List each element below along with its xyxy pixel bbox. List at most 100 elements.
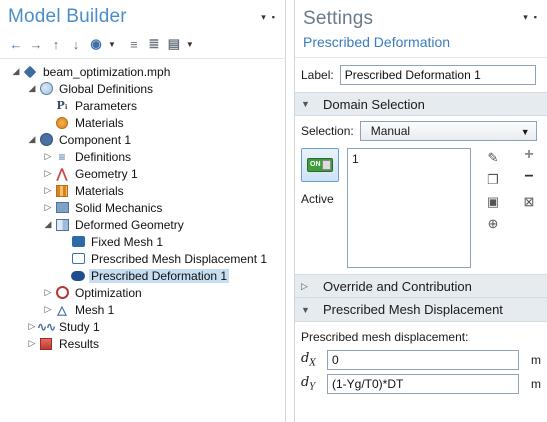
view-dropdown-icon[interactable]: ▼ [186, 40, 194, 49]
section-title: Domain Selection [323, 96, 425, 112]
tree-node-mesh[interactable]: ▷ △ Mesh 1 [0, 301, 286, 318]
tree-node-fixed-mesh[interactable]: Fixed Mesh 1 [0, 233, 286, 250]
show-dropdown-icon[interactable]: ▼ [108, 40, 116, 49]
collapse-arrow-icon[interactable]: ▼ [301, 305, 315, 315]
dx-field[interactable] [327, 350, 519, 370]
add-icon[interactable]: + [521, 146, 537, 164]
collapse-all-icon[interactable]: ≣ [146, 36, 162, 52]
dy-field[interactable] [327, 374, 519, 394]
show-icon[interactable]: ◉ [88, 36, 104, 52]
tree-node-label: Solid Mechanics [75, 200, 163, 215]
clear-selection-icon[interactable]: ⊠ [521, 194, 537, 210]
expand-arrow-icon[interactable]: ▷ [42, 185, 54, 196]
dy-symbol: dY [301, 375, 316, 393]
definitions-icon: ≡ [58, 149, 66, 164]
prescribed-deformation-icon [70, 269, 86, 283]
selection-row: Selection: Manual ▼ [295, 116, 547, 146]
close-icon[interactable]: ▪ [272, 12, 275, 22]
selection-key: Selection: [301, 124, 354, 138]
tree-node-label: Prescribed Deformation 1 [89, 268, 230, 283]
solid-mechanics-icon [54, 201, 70, 215]
pin-icon[interactable]: ▾ [523, 12, 528, 22]
model-builder-panel: Model Builder ▾ ▪ ← → ↑ ↓ ◉ ▼ ≡ ≣ ▤ ▼ ◢ b… [0, 0, 286, 422]
component-icon [38, 133, 54, 147]
dx-unit: m [531, 353, 541, 367]
parameters-icon: Pᵢ [56, 99, 68, 112]
tree-node-solid-mechanics[interactable]: ▷ Solid Mechanics [0, 199, 286, 216]
expand-arrow-icon[interactable]: ▷ [42, 151, 54, 162]
tree-node-label: Component 1 [59, 132, 132, 147]
expand-arrow-icon[interactable]: ▷ [42, 202, 54, 213]
results-icon [38, 337, 54, 351]
close-icon[interactable]: ▪ [534, 12, 537, 22]
tree-node-prescribed-deformation[interactable]: Prescribed Deformation 1 [0, 267, 286, 284]
tree-node-prescribed-mesh-displacement[interactable]: Prescribed Mesh Displacement 1 [0, 250, 286, 267]
tree-node-component[interactable]: ◢ Component 1 [0, 131, 286, 148]
model-builder-title: Model Builder [8, 6, 127, 27]
collapse-arrow-icon[interactable]: ◢ [26, 134, 38, 145]
move-down-icon[interactable]: ↓ [68, 36, 84, 52]
active-toggle-button[interactable]: ON [301, 148, 339, 182]
label-field[interactable] [339, 65, 536, 85]
tree-node-results[interactable]: ▷ Results [0, 335, 286, 352]
label-row: Label: [295, 58, 547, 92]
switch-text: ON [310, 161, 321, 168]
override-section[interactable]: ▷ Override and Contribution [295, 274, 547, 298]
model-tree: ◢ beam_optimization.mph ◢ Global Definit… [0, 58, 286, 422]
copy-selection-icon[interactable]: ❐ [485, 172, 501, 188]
remove-icon[interactable]: − [521, 168, 537, 186]
tree-node-geometry[interactable]: ▷ ⋀ Geometry 1 [0, 165, 286, 182]
globe-icon [38, 82, 54, 96]
mesh-icon: △ [57, 302, 67, 317]
expand-arrow-icon[interactable]: ▷ [26, 338, 38, 349]
clipboard-icon[interactable]: ▣ [485, 194, 501, 210]
settings-header: Settings Prescribed Deformation ▾ ▪ [295, 0, 547, 58]
tree-node-root[interactable]: ◢ beam_optimization.mph [0, 63, 286, 80]
tree-node-materials[interactable]: ▷ Materials [0, 182, 286, 199]
move-up-icon[interactable]: ↑ [48, 36, 64, 52]
tree-node-label: Optimization [75, 285, 142, 300]
chevron-down-icon: ▼ [520, 127, 530, 137]
tree-node-global-definitions[interactable]: ◢ Global Definitions [0, 80, 286, 97]
expand-all-icon[interactable]: ≡ [126, 36, 142, 52]
paste-selection-icon[interactable]: ✎ [485, 150, 501, 166]
collapse-arrow-icon[interactable]: ◢ [10, 66, 22, 77]
view-icon[interactable]: ▤ [166, 36, 182, 52]
selection-combobox[interactable]: Manual ▼ [359, 121, 537, 141]
dy-unit: m [531, 377, 541, 391]
tree-node-label: Mesh 1 [75, 302, 115, 317]
model-builder-toolbar: ← → ↑ ↓ ◉ ▼ ≡ ≣ ▤ ▼ [0, 32, 285, 56]
pin-icon[interactable]: ▾ [261, 12, 266, 22]
collapse-arrow-icon[interactable]: ◢ [42, 219, 54, 230]
selection-list[interactable]: 1 [347, 148, 471, 268]
on-switch-icon: ON [307, 158, 333, 172]
collapse-arrow-icon[interactable]: ◢ [26, 83, 38, 94]
panel-controls: ▾ ▪ [517, 12, 537, 23]
tree-node-label: Results [59, 336, 100, 351]
tree-node-global-materials[interactable]: Materials [0, 114, 286, 131]
dy-row: dY m [295, 372, 547, 396]
forward-arrow-icon[interactable]: → [28, 36, 44, 52]
back-arrow-icon[interactable]: ← [8, 36, 24, 52]
tree-node-deformed-geometry[interactable]: ◢ Deformed Geometry [0, 216, 286, 233]
pmd-section[interactable]: ▼ Prescribed Mesh Displacement [295, 298, 547, 322]
expand-arrow-icon[interactable]: ▷ [42, 287, 54, 298]
zoom-to-selection-icon[interactable]: ⊕ [485, 216, 501, 232]
tree-node-label: Prescribed Mesh Displacement 1 [91, 251, 268, 266]
expand-arrow-icon[interactable]: ▷ [42, 168, 54, 179]
list-item[interactable]: 1 [352, 152, 466, 166]
tree-node-label: beam_optimization.mph [43, 64, 171, 79]
tree-node-label: Materials [75, 115, 124, 130]
tree-node-parameters[interactable]: Pᵢ Parameters [0, 97, 286, 114]
tree-node-label: Global Definitions [59, 81, 154, 96]
tree-node-label: Study 1 [59, 319, 100, 334]
tree-node-label: Deformed Geometry [75, 217, 184, 232]
collapse-arrow-icon[interactable]: ▼ [301, 99, 315, 109]
tree-node-definitions[interactable]: ▷ ≡ Definitions [0, 148, 286, 165]
expand-arrow-icon[interactable]: ▷ [301, 281, 315, 292]
domain-selection-section[interactable]: ▼ Domain Selection [295, 92, 547, 116]
model-builder-header: Model Builder ▾ ▪ [0, 0, 285, 32]
tree-node-optimization[interactable]: ▷ Optimization [0, 284, 286, 301]
tree-node-study[interactable]: ▷ ∿∿ Study 1 [0, 318, 286, 335]
expand-arrow-icon[interactable]: ▷ [42, 304, 54, 315]
